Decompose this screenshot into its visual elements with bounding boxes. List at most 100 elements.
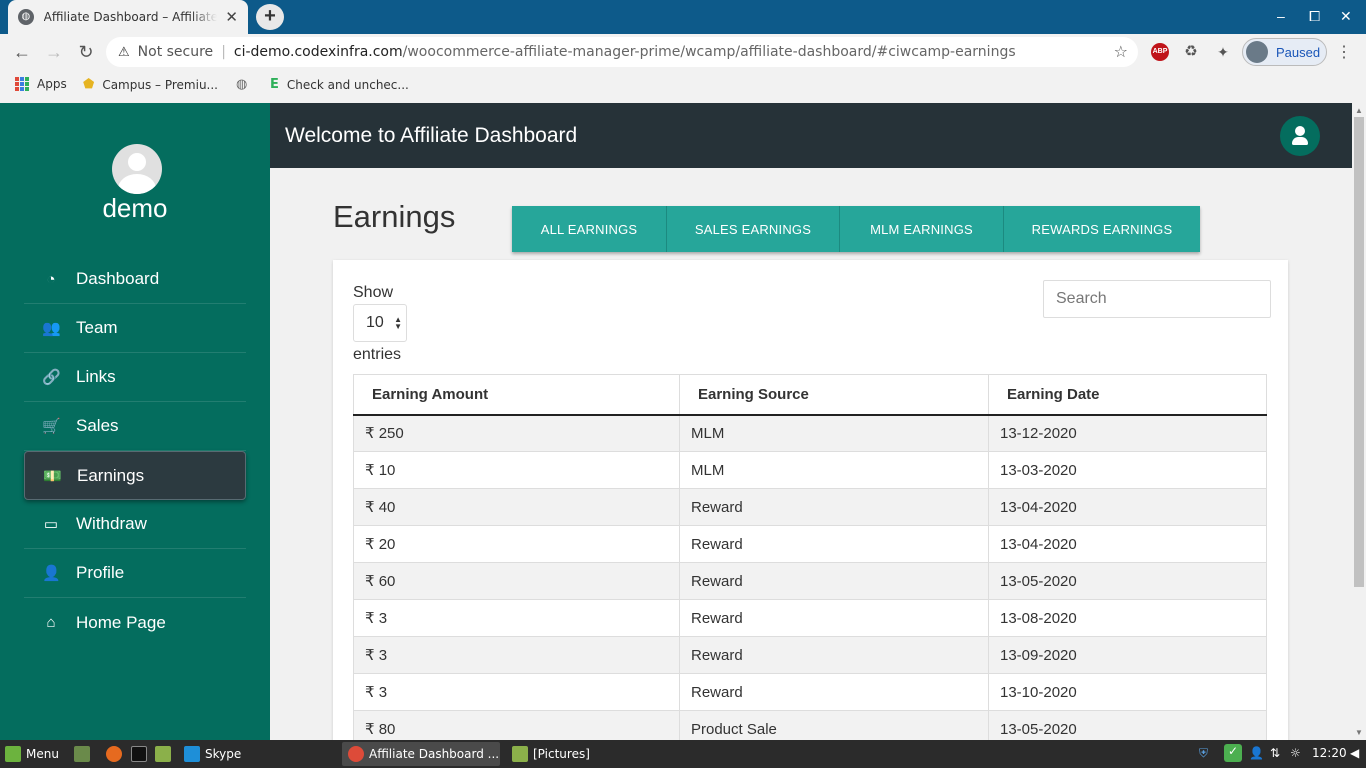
user-account-icon[interactable]	[1280, 116, 1320, 156]
table-row: ₹ 40 Reward 13-04-2020	[353, 488, 1267, 526]
tab-all-earnings[interactable]: ALL EARNINGS	[512, 206, 667, 252]
recycle-extension-icon[interactable]: ♻	[1182, 43, 1200, 61]
profile-avatar	[1246, 41, 1268, 63]
files-icon[interactable]	[155, 744, 176, 764]
warning-icon[interactable]: ⚠	[118, 45, 130, 60]
tab-title: Affiliate Dashboard – Affiliate Manager	[43, 10, 218, 24]
volume-icon[interactable]: ◀	[1350, 746, 1359, 760]
bookmark-check[interactable]: E Check and unchec...	[270, 77, 409, 92]
earning-source-cell: Product Sale	[679, 710, 989, 740]
taskbar-window-pictures[interactable]: [Pictures]	[506, 742, 656, 766]
bookmark-star-icon[interactable]: ☆	[1114, 42, 1128, 61]
update-check-icon[interactable]: ✓	[1224, 744, 1242, 762]
url-host: ci-demo.codexinfra.com	[233, 44, 403, 60]
browser-menu-icon[interactable]: ⋮	[1336, 42, 1352, 62]
entries-select-value: 10	[366, 314, 384, 331]
new-tab-button[interactable]: +	[256, 4, 284, 30]
shield-icon[interactable]: ⛨	[1199, 746, 1208, 761]
earning-amount-cell: ₹ 3	[353, 673, 680, 711]
home-icon: ⌂	[46, 614, 56, 631]
browser-tab[interactable]: ◍ Affiliate Dashboard – Affiliate Manage…	[8, 0, 248, 34]
user-icon: 👤	[42, 565, 61, 582]
tab-close-icon[interactable]: ✕	[225, 8, 238, 26]
earning-source-cell: Reward	[679, 488, 989, 526]
scrollbar-thumb[interactable]	[1354, 117, 1364, 587]
sidebar-item-label: Earnings	[77, 465, 145, 485]
table-row: ₹ 3 Reward 13-10-2020	[353, 673, 1267, 711]
search-input[interactable]	[1043, 280, 1271, 318]
bookmark-campus[interactable]: ⬟ Campus – Premiu...	[83, 77, 218, 92]
globe-icon: ◍	[18, 9, 34, 25]
web-page: demo ◔ Dashboard 👥 Team 🔗 Links 🛒 Sales …	[0, 103, 1352, 740]
sidebar-item-sales[interactable]: 🛒 Sales	[24, 402, 246, 451]
earning-source-cell: MLM	[679, 414, 989, 452]
taskbar-app-skype[interactable]: Skype	[184, 744, 241, 764]
earning-amount-cell: ₹ 3	[353, 636, 680, 674]
sidebar-item-home-page[interactable]: ⌂ Home Page	[24, 598, 246, 647]
earning-date-cell: 13-09-2020	[988, 636, 1267, 674]
sidebar-item-links[interactable]: 🔗 Links	[24, 353, 246, 402]
minimize-icon[interactable]: –	[1277, 8, 1285, 24]
adblock-icon[interactable]: ABP	[1151, 43, 1169, 61]
earning-date-cell: 13-12-2020	[988, 414, 1267, 452]
extensions-puzzle-icon[interactable]: ✦	[1214, 43, 1232, 61]
profile-button[interactable]: Paused	[1242, 38, 1327, 66]
taskbar-window-browser[interactable]: Affiliate Dashboard ...	[342, 742, 500, 766]
table-row: ₹ 20 Reward 13-04-2020	[353, 525, 1267, 563]
maximize-icon[interactable]: ⧠	[1309, 8, 1320, 25]
window-close-icon[interactable]: ✕	[1340, 8, 1352, 25]
column-header-date[interactable]: Earning Date	[988, 374, 1267, 416]
network-icon[interactable]: ⇅	[1270, 746, 1280, 760]
reload-icon[interactable]: ↻	[74, 40, 98, 64]
sidebar-item-earnings[interactable]: 💵 Earnings	[24, 451, 246, 500]
earning-date-cell: 13-04-2020	[988, 488, 1267, 526]
earning-date-cell: 13-05-2020	[988, 710, 1267, 740]
earning-amount-cell: ₹ 80	[353, 710, 680, 740]
clock[interactable]: 12:20	[1312, 746, 1347, 760]
entries-select[interactable]: 10 ▲ ▼	[353, 304, 407, 342]
user-tray-icon[interactable]: 👤	[1249, 746, 1264, 760]
bookmark-label: Check and unchec...	[286, 77, 409, 92]
profile-status: Paused	[1276, 44, 1321, 60]
forward-icon[interactable]: →	[42, 40, 66, 64]
scroll-up-icon[interactable]: ▲	[1355, 106, 1363, 115]
address-separator: |	[221, 44, 226, 60]
back-icon[interactable]: ←	[10, 40, 34, 64]
firefox-icon[interactable]	[106, 744, 127, 764]
link-icon: 🔗	[42, 369, 61, 386]
security-label[interactable]: Not secure	[138, 44, 214, 60]
tab-mlm-earnings[interactable]: MLM EARNINGS	[840, 206, 1004, 252]
taskbar-window-label: [Pictures]	[533, 747, 590, 761]
brightness-icon[interactable]: ☼	[1290, 746, 1301, 760]
column-header-amount[interactable]: Earning Amount	[353, 374, 680, 416]
taskbar-window-label: Affiliate Dashboard ...	[369, 747, 500, 761]
campus-icon: ⬟	[83, 77, 95, 92]
bookmark-apps[interactable]: Apps	[15, 77, 67, 91]
bookmark-globe[interactable]: ◍	[236, 77, 255, 92]
column-header-source[interactable]: Earning Source	[679, 374, 989, 416]
page-scrollbar[interactable]: ▲ ▼	[1352, 103, 1366, 740]
sidebar-item-profile[interactable]: 👤 Profile	[24, 549, 246, 598]
sidebar-item-team[interactable]: 👥 Team	[24, 304, 246, 353]
os-taskbar: Menu Skype Affiliate Dashboard ... [Pict…	[0, 740, 1366, 768]
earnings-filter-tabs: ALL EARNINGS SALES EARNINGS MLM EARNINGS…	[512, 206, 1200, 252]
cart-icon: 🛒	[42, 418, 61, 435]
tab-sales-earnings[interactable]: SALES EARNINGS	[667, 206, 840, 252]
top-header: Welcome to Affiliate Dashboard	[270, 103, 1352, 168]
sidebar-item-withdraw[interactable]: ▭ Withdraw	[24, 500, 246, 549]
money-icon: 💵	[43, 467, 62, 485]
earning-amount-cell: ₹ 20	[353, 525, 680, 563]
tab-rewards-earnings[interactable]: REWARDS EARNINGS	[1004, 206, 1200, 252]
skype-icon	[184, 746, 200, 762]
earning-date-cell: 13-03-2020	[988, 451, 1267, 489]
show-label: Show	[353, 284, 394, 301]
sidebar-item-dashboard[interactable]: ◔ Dashboard	[24, 255, 246, 304]
earning-amount-cell: ₹ 250	[353, 414, 680, 452]
start-menu-button[interactable]: Menu	[5, 744, 59, 764]
desktop-icon[interactable]	[74, 744, 95, 764]
address-bar[interactable]: ⚠ Not secure | ci-demo.codexinfra.com /w…	[106, 37, 1138, 67]
terminal-icon[interactable]	[131, 744, 152, 764]
sidebar: demo ◔ Dashboard 👥 Team 🔗 Links 🛒 Sales …	[0, 103, 270, 740]
scroll-down-icon[interactable]: ▼	[1355, 728, 1363, 737]
apps-grid-icon	[15, 77, 29, 91]
